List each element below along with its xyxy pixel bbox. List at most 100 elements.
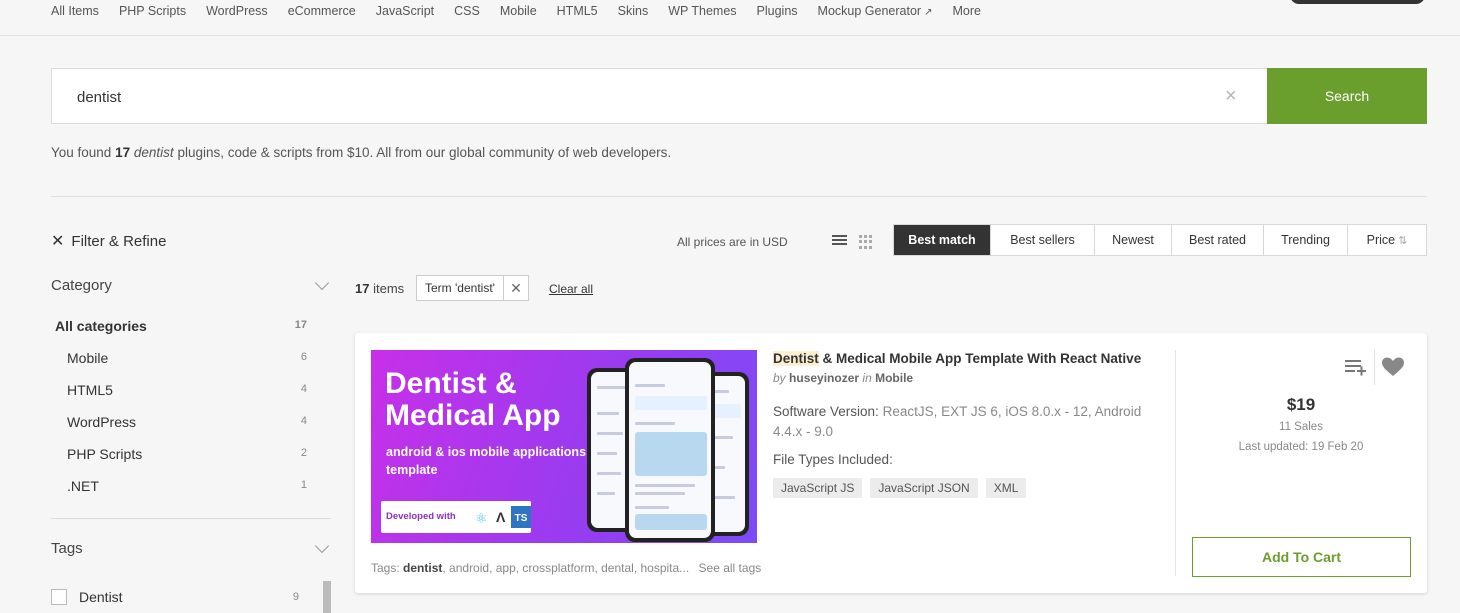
items-count: 17 items	[355, 281, 404, 296]
nav-wp-themes[interactable]: WP Themes	[668, 4, 736, 18]
search-query: dentist	[77, 89, 122, 106]
tag-link[interactable]: dentist	[403, 561, 442, 575]
category-label: WordPress	[67, 414, 136, 430]
summary-suffix: plugins, code & scripts from $10. All fr…	[177, 145, 672, 160]
heart-icon[interactable]	[1380, 355, 1406, 379]
search-button[interactable]: Search	[1267, 68, 1427, 124]
category-item-php-scripts[interactable]: PHP Scripts 2	[67, 446, 307, 462]
top-nav-list: All Items PHP Scripts WordPress eCommerc…	[51, 4, 1001, 18]
nav-html5[interactable]: HTML5	[557, 4, 598, 18]
search-input[interactable]: dentist ×	[51, 68, 1267, 124]
category-label: All categories	[55, 318, 147, 334]
summary-count: 17	[115, 145, 131, 160]
category-item-wordpress[interactable]: WordPress 4	[67, 414, 307, 430]
tags-list[interactable]: , android, app, crossplatform, dental, h…	[442, 561, 689, 575]
nav-more[interactable]: More	[952, 4, 980, 18]
product-byline: by huseyinozer in Mobile	[773, 371, 913, 385]
category-item-html5[interactable]: HTML5 4	[67, 382, 307, 398]
remove-term-icon[interactable]: ✕	[504, 276, 528, 300]
last-updated: Last updated: 19 Feb 20	[1238, 441, 1364, 453]
category-count: 2	[300, 447, 307, 459]
nav-javascript[interactable]: JavaScript	[376, 4, 434, 18]
by-prefix: by	[773, 371, 786, 385]
chevron-down-icon[interactable]	[314, 275, 330, 291]
external-link-icon: ↗	[924, 7, 933, 18]
clear-all-link[interactable]: Clear all	[549, 282, 593, 296]
category-section-title[interactable]: Category	[51, 277, 112, 294]
nav-mockup-generator[interactable]: Mockup Generator ↗	[818, 4, 933, 18]
sales-count: 11 Sales	[1279, 421, 1323, 433]
results-summary: You found 17 dentist plugins, code & scr…	[51, 145, 671, 160]
account-button[interactable]	[1290, 0, 1425, 4]
nav-skins[interactable]: Skins	[618, 4, 649, 18]
nav-mobile[interactable]: Mobile	[500, 4, 537, 18]
category-item-all[interactable]: All categories 17	[55, 318, 307, 334]
in-word: in	[862, 371, 872, 385]
filter-title-label: Filter & Refine	[71, 233, 167, 250]
sort-best-sellers[interactable]: Best sellers	[991, 225, 1095, 255]
icon-separator	[1374, 349, 1375, 385]
tag-label: Dentist	[79, 589, 123, 605]
items-count-number: 17	[355, 281, 370, 296]
nav-plugins[interactable]: Plugins	[757, 4, 798, 18]
chevron-down-icon[interactable]	[314, 538, 330, 554]
summary-prefix: You found	[51, 145, 112, 160]
category-label: HTML5	[67, 382, 113, 398]
category-item-dotnet[interactable]: .NET 1	[67, 478, 307, 494]
list-view-icon[interactable]	[832, 235, 847, 248]
sort-arrows-icon: ⇅	[1398, 235, 1408, 247]
sort-best-rated[interactable]: Best rated	[1172, 225, 1264, 255]
nav-ecommerce[interactable]: eCommerce	[288, 4, 356, 18]
nav-wordpress[interactable]: WordPress	[206, 4, 268, 18]
file-type-chip: JavaScript JS	[773, 478, 863, 498]
product-price: $19	[1286, 395, 1316, 414]
sort-options: Best match Best sellers Newest Best rate…	[893, 224, 1427, 256]
grid-view-icon[interactable]	[859, 235, 873, 249]
tag-checkbox[interactable]	[51, 589, 67, 605]
product-title[interactable]: Dentist & Medical Mobile App Template Wi…	[773, 351, 1163, 366]
top-nav: All Items PHP Scripts WordPress eCommerc…	[0, 0, 1460, 36]
see-all-tags-link[interactable]: See all tags	[699, 561, 762, 575]
tag-count: 9	[292, 591, 299, 603]
sort-price[interactable]: Price ⇅	[1348, 225, 1426, 255]
file-type-chip: XML	[985, 478, 1027, 498]
category-count: 4	[300, 415, 307, 427]
phone-mockup	[625, 358, 715, 542]
software-label: Software Version:	[773, 404, 879, 419]
category-label: PHP Scripts	[67, 446, 143, 462]
sidebar-scrollbar[interactable]	[323, 581, 331, 613]
sidebar-divider	[51, 518, 331, 519]
prices-note: All prices are in USD	[677, 235, 788, 249]
category-count: 1	[300, 479, 307, 491]
tags-section-title[interactable]: Tags	[51, 540, 83, 557]
category-item-mobile[interactable]: Mobile 6	[67, 350, 307, 366]
file-type-chip: JavaScript JSON	[870, 478, 978, 498]
thumb-heading: Dentist & Medical App	[385, 367, 561, 432]
sort-trending[interactable]: Trending	[1264, 225, 1348, 255]
term-chip-label: Term 'dentist'	[417, 276, 504, 300]
category-link[interactable]: Mobile	[875, 371, 913, 385]
nav-css[interactable]: CSS	[454, 4, 480, 18]
category-count: 6	[300, 351, 307, 363]
divider	[51, 196, 1427, 197]
nav-all-items[interactable]: All Items	[51, 4, 99, 18]
term-filter-chip: Term 'dentist' ✕	[416, 275, 529, 301]
clear-search-icon[interactable]: ×	[1225, 86, 1237, 106]
sort-newest[interactable]: Newest	[1095, 225, 1172, 255]
software-version: Software Version: ReactJS, EXT JS 6, iOS…	[773, 402, 1163, 442]
add-to-cart-button[interactable]: Add To Cart	[1192, 537, 1411, 577]
sort-price-label: Price	[1366, 233, 1396, 247]
add-to-collection-icon[interactable]	[1343, 355, 1369, 379]
product-thumbnail[interactable]: Dentist & Medical App android & ios mobi…	[371, 350, 757, 543]
nav-mockup-label: Mockup Generator	[817, 4, 922, 18]
product-card: Dentist & Medical App android & ios mobi…	[355, 333, 1427, 593]
tags-label: Tags:	[371, 561, 400, 575]
author-link[interactable]: huseyinozer	[789, 371, 859, 385]
nav-php-scripts[interactable]: PHP Scripts	[119, 4, 186, 18]
typescript-icon: TS	[511, 506, 531, 528]
filter-refine-toggle[interactable]: ✕ Filter & Refine	[51, 231, 166, 251]
category-label: .NET	[67, 478, 99, 494]
sort-best-match[interactable]: Best match	[894, 225, 991, 255]
category-label: Mobile	[67, 350, 109, 366]
developed-with-badge: Developed with ⚛ Λ TS	[381, 501, 531, 533]
